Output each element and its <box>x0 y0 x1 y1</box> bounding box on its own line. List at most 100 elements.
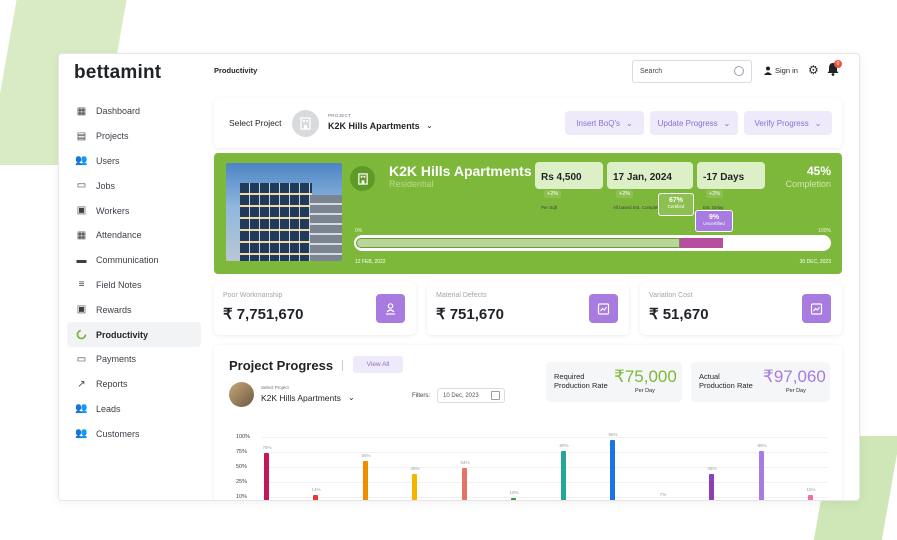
chevron-down-icon[interactable]: ⌄ <box>348 393 355 402</box>
sidebar-item-leads[interactable]: 👥 Leads <box>67 397 201 422</box>
project-photo <box>226 163 342 261</box>
view-all-button[interactable]: View All <box>353 356 403 373</box>
start-date: 12 FEB, 2022 <box>355 259 386 265</box>
kpi-value: ₹ 751,670 <box>436 306 504 323</box>
date-filter-value: 10 Dec, 2023 <box>443 393 479 399</box>
update-progress-label: Update Progress <box>657 118 718 128</box>
required-rate-card: Required Production Rate ₹75,000 Per Day <box>546 362 682 402</box>
building-facade <box>240 183 312 261</box>
sidebar-item-attendance[interactable]: ▦ Attendance <box>67 223 201 248</box>
kpi-material-defects[interactable]: Material Defects ₹ 751,670 <box>427 282 629 335</box>
sidebar-item-users[interactable]: 👥 Users <box>67 149 201 174</box>
select-project-label: Select Project <box>229 118 282 128</box>
certified-pct: 67% <box>668 197 683 204</box>
gear-icon[interactable]: ⚙ <box>808 63 819 77</box>
bar-value-label: 65% <box>361 452 371 458</box>
building-icon <box>300 117 311 130</box>
sidebar-item-label: Leads <box>96 403 121 414</box>
page-title: Productivity <box>214 66 258 75</box>
search-input[interactable]: Search <box>632 60 752 83</box>
chart-bar[interactable] <box>511 498 516 500</box>
sidebar-item-dashboard[interactable]: ▦ Dashboard <box>67 99 201 124</box>
chart-bar[interactable] <box>709 474 714 500</box>
uncertified-bubble: 9% Uncertified <box>695 210 733 232</box>
kpi-label: Variation Cost <box>649 292 693 299</box>
sidebar-item-productivity[interactable]: Productivity <box>67 322 201 347</box>
progress-scale-end: 100% <box>818 228 831 234</box>
stat-value: -17 Days <box>703 172 745 183</box>
sidebar-item-projects[interactable]: ▤ Projects <box>67 124 201 149</box>
stat-completion-date: 17 Jan, 2024+2% All based Est. Completio… <box>607 162 693 210</box>
search-icon[interactable] <box>734 66 744 76</box>
rate-label-1: Actual <box>699 372 720 381</box>
kpi-value: ₹ 51,670 <box>649 306 709 323</box>
certified-bubble: 67% Certified <box>658 193 694 216</box>
chart-bar[interactable] <box>363 460 368 500</box>
payments-icon: ▭ <box>76 353 87 365</box>
bar-value-label: 80% <box>559 442 569 448</box>
building-side <box>310 195 342 261</box>
productivity-icon <box>75 329 88 340</box>
grid-line <box>262 482 828 483</box>
project-avatar <box>292 110 319 137</box>
chart-bar[interactable] <box>264 453 269 500</box>
certified-progress-bar <box>356 238 680 248</box>
stat-value: Rs 4,500 <box>541 172 582 183</box>
stat-badge: +2% <box>706 189 724 198</box>
chart-bar[interactable] <box>660 500 665 501</box>
project-selector-card: Select Project PROJECT K2K Hills Apartme… <box>214 98 842 148</box>
stat-badge: +2% <box>616 189 634 198</box>
workers-icon: ▣ <box>76 205 87 217</box>
upload-user-icon <box>376 294 405 323</box>
grid-line <box>262 467 828 468</box>
stat-sub: Per Sqft <box>541 205 558 210</box>
sidebar-item-payments[interactable]: ▭ Payments <box>67 347 201 372</box>
sidebar-item-communication[interactable]: ▬ Communication <box>67 248 201 273</box>
dashboard-icon: ▦ <box>76 105 87 117</box>
chart-bar[interactable] <box>412 474 417 500</box>
stat-delay: -17 Days+2% Est. Delay <box>697 162 765 210</box>
project-dropdown[interactable]: K2K Hills Apartments <box>261 393 341 403</box>
sidebar-item-field-notes[interactable]: ≡ Field Notes <box>67 273 201 298</box>
sidebar-item-reports[interactable]: ↗ Reports <box>67 372 201 397</box>
sidebar-item-rewards[interactable]: ▣ Rewards <box>67 297 201 322</box>
chart-bar[interactable] <box>759 450 764 500</box>
chart-bar[interactable] <box>610 440 615 500</box>
chevron-down-icon: ⌄ <box>626 118 633 128</box>
chevron-down-icon: ⌄ <box>723 118 731 128</box>
sidebar-item-jobs[interactable]: ▭ Jobs <box>67 173 201 198</box>
bar-value-label: 7% <box>659 492 667 498</box>
filters-label: Filters: <box>412 393 430 399</box>
project-dropdown[interactable]: K2K Hills Apartments <box>328 121 420 131</box>
update-progress-button[interactable]: Update Progress ⌄ <box>650 111 738 135</box>
chart-bar[interactable] <box>808 494 813 500</box>
certified-label: Certified <box>667 204 685 209</box>
rate-label-1: Required <box>554 372 585 381</box>
project-progress-panel: Project Progress View All Select Project… <box>214 345 842 501</box>
completion-value: 45% <box>806 164 831 178</box>
chart-bar[interactable] <box>561 450 566 500</box>
reports-icon: ↗ <box>77 378 86 390</box>
chart-bar[interactable] <box>462 468 467 500</box>
kpi-label: Poor Workmanship <box>223 292 283 299</box>
select-project-tag: Select Project <box>261 385 289 390</box>
calendar-icon[interactable] <box>491 391 500 400</box>
verify-progress-button[interactable]: Verify Progress ⌄ <box>744 111 832 135</box>
uncertified-label: Uncertified <box>703 221 725 226</box>
kpi-variation-cost[interactable]: Variation Cost ₹ 51,670 <box>640 282 842 335</box>
chevron-down-icon[interactable]: ⌄ <box>426 121 433 130</box>
sidebar-item-customers[interactable]: 👥 Customers <box>67 421 201 446</box>
jobs-icon: ▭ <box>76 180 87 192</box>
bar-value-label: 45% <box>707 466 717 472</box>
date-filter-input[interactable]: 10 Dec, 2023 <box>437 388 505 403</box>
sign-in-label: Sign in <box>775 66 798 75</box>
sidebar-item-label: Payments <box>96 354 137 365</box>
search-value: Search <box>640 68 663 75</box>
sidebar-item-workers[interactable]: ▣ Workers <box>67 198 201 223</box>
bar-value-label: 80% <box>757 442 767 448</box>
kpi-poor-workmanship[interactable]: Poor Workmanship ₹ 7,751,670 <box>214 282 416 335</box>
insert-boq-button[interactable]: Insert BoQ's ⌄ <box>565 111 644 135</box>
chart-bar[interactable] <box>313 495 318 500</box>
sign-in-link[interactable]: Sign in <box>764 66 798 75</box>
stat-value: 17 Jan, 2024 <box>613 172 672 183</box>
